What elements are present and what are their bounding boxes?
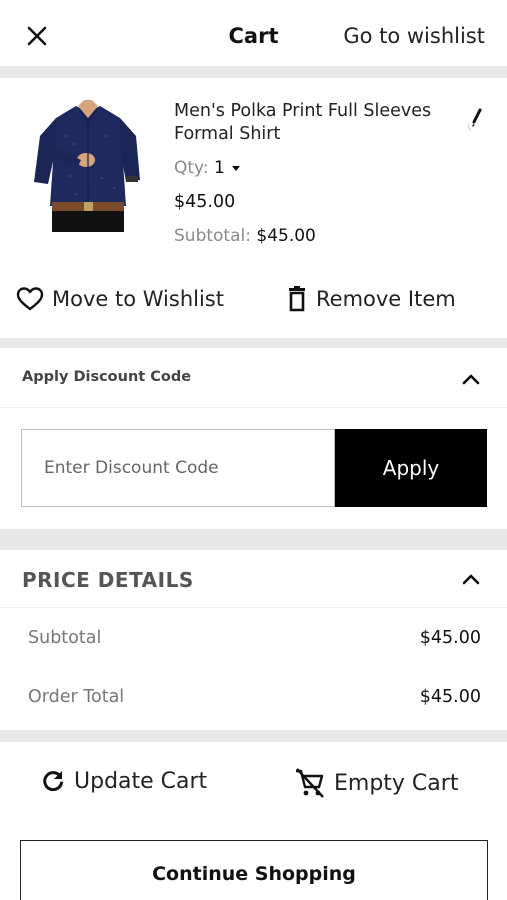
apply-button[interactable]: Apply <box>335 429 487 507</box>
order-total-label: Order Total <box>28 687 125 707</box>
move-to-wishlist-label: Move to Wishlist <box>52 287 224 311</box>
chevron-up-icon[interactable] <box>461 372 481 386</box>
shirt-image <box>34 100 140 232</box>
chevron-up-icon[interactable] <box>461 572 481 586</box>
divider <box>0 529 507 550</box>
quantity-selector[interactable]: Qty: 1 <box>174 158 241 178</box>
remove-item-label: Remove Item <box>316 287 456 311</box>
cart-item: Men's Polka Print Full Sleeves Formal Sh… <box>0 78 507 340</box>
continue-shopping-button[interactable]: Continue Shopping <box>20 840 488 900</box>
trash-icon <box>289 286 305 312</box>
heart-icon <box>16 287 44 311</box>
subtotal-value: $45.00 <box>419 628 481 648</box>
price-details-header[interactable]: PRICE DETAILS <box>0 550 507 608</box>
discount-section-header[interactable]: Apply Discount Code <box>0 348 507 408</box>
qty-label: Qty: <box>174 158 209 178</box>
product-name[interactable]: Men's Polka Print Full Sleeves Formal Sh… <box>174 100 464 146</box>
update-cart-button[interactable]: Update Cart <box>40 768 207 794</box>
qty-value: 1 <box>214 158 225 178</box>
divider <box>0 730 507 742</box>
edit-item-button[interactable] <box>465 104 489 132</box>
empty-cart-label: Empty Cart <box>334 770 459 796</box>
order-total-value: $45.00 <box>419 687 481 707</box>
item-subtotal: Subtotal: $45.00 <box>174 226 316 246</box>
item-subtotal-value: $45.00 <box>256 226 316 246</box>
discount-title: Apply Discount Code <box>22 369 192 385</box>
product-price: $45.00 <box>174 192 236 212</box>
price-details-title: PRICE DETAILS <box>22 568 194 592</box>
divider <box>0 66 507 78</box>
discount-code-input[interactable]: Enter Discount Code <box>21 429 335 507</box>
remove-item-button[interactable]: Remove Item <box>286 286 456 312</box>
go-to-wishlist-link[interactable]: Go to wishlist <box>343 24 485 48</box>
caret-down-icon <box>232 166 241 171</box>
divider <box>0 338 507 348</box>
update-cart-label: Update Cart <box>74 768 208 794</box>
empty-cart-button[interactable]: Empty Cart <box>294 768 458 798</box>
refresh-icon <box>43 771 63 792</box>
header: Cart Go to wishlist <box>0 0 507 66</box>
subtotal-label: Subtotal <box>28 628 102 648</box>
product-image[interactable] <box>26 96 150 232</box>
item-subtotal-label: Subtotal: <box>174 226 251 246</box>
remove-cart-icon <box>296 768 324 798</box>
move-to-wishlist-button[interactable]: Move to Wishlist <box>16 286 224 312</box>
pencil-icon <box>467 108 482 131</box>
